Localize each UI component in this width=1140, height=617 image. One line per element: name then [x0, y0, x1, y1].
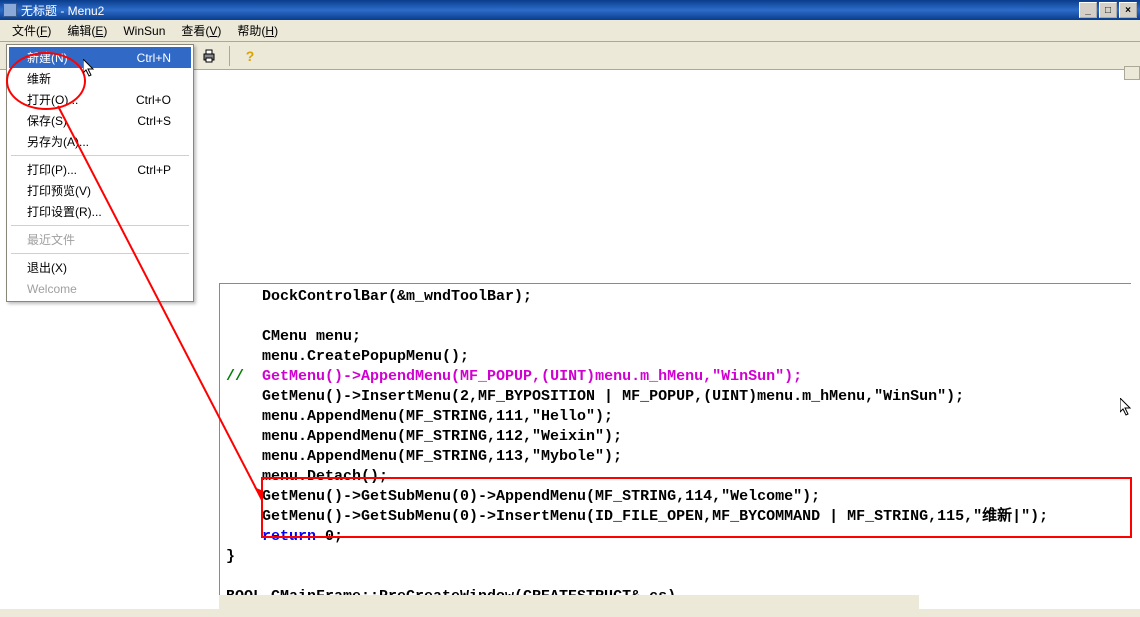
menu-printpreview[interactable]: 打印预览(V): [9, 180, 191, 201]
code-line: GetMenu()->GetSubMenu(0)->InsertMenu(ID_…: [226, 508, 1048, 525]
code-line: menu.AppendMenu(MF_STRING,112,"Weixin");: [226, 428, 622, 445]
menu-view[interactable]: 查看(V): [173, 20, 229, 41]
menu-weixin-label: 维新: [27, 70, 171, 87]
code-line: [226, 528, 262, 545]
code-line: menu.AppendMenu(MF_STRING,113,"Mybole");: [226, 448, 622, 465]
code-line: menu.CreatePopupMenu();: [226, 348, 469, 365]
svg-text:?: ?: [246, 48, 255, 64]
horizontal-scrollbar[interactable]: [219, 595, 919, 609]
app-icon: [3, 3, 17, 17]
code-line: GetMenu()->GetSubMenu(0)->AppendMenu(MF_…: [226, 488, 820, 505]
window-buttons: _ □ ×: [1079, 2, 1137, 18]
menu-printsetup-label: 打印设置(R)...: [27, 203, 171, 220]
menu-new-shortcut: Ctrl+N: [137, 51, 171, 65]
menu-welcome-label: Welcome: [27, 282, 171, 296]
menu-save[interactable]: 保存(S) Ctrl+S: [9, 110, 191, 131]
menu-exit-label: 退出(X): [27, 259, 171, 276]
maximize-button[interactable]: □: [1099, 2, 1117, 18]
menu-bar: 文件(F) 编辑(E) WinSun 查看(V) 帮助(H): [0, 20, 1140, 42]
code-line: GetMenu()->InsertMenu(2,MF_BYPOSITION | …: [226, 388, 964, 405]
code-comment: //: [226, 368, 262, 385]
window-title: 无标题 - Menu2: [21, 2, 1079, 19]
code-line: menu.AppendMenu(MF_STRING,111,"Hello");: [226, 408, 613, 425]
menu-print-shortcut: Ctrl+P: [137, 163, 171, 177]
minimize-button[interactable]: _: [1079, 2, 1097, 18]
status-bar: [0, 609, 1140, 617]
code-comment: GetMenu()->AppendMenu(MF_POPUP,(UINT)men…: [262, 368, 802, 385]
menu-recent-label: 最近文件: [27, 231, 171, 248]
menu-new-label: 新建(N): [27, 49, 137, 66]
menu-print[interactable]: 打印(P)... Ctrl+P: [9, 159, 191, 180]
menu-open[interactable]: 打开(O)... Ctrl+O: [9, 89, 191, 110]
code-editor[interactable]: DockControlBar(&m_wndToolBar); CMenu men…: [219, 283, 1131, 599]
menu-recent: 最近文件: [9, 229, 191, 250]
menu-separator: [11, 155, 189, 156]
menu-separator: [11, 225, 189, 226]
menu-open-label: 打开(O)...: [27, 91, 136, 108]
code-line: }: [226, 548, 235, 565]
menu-winsun[interactable]: WinSun: [115, 22, 173, 40]
code-line: DockControlBar(&m_wndToolBar);: [226, 288, 532, 305]
print-button[interactable]: [198, 45, 220, 67]
code-line: 0;: [316, 528, 343, 545]
menu-saveas[interactable]: 另存为(A)...: [9, 131, 191, 152]
menu-help[interactable]: 帮助(H): [229, 20, 286, 41]
menu-print-label: 打印(P)...: [27, 161, 137, 178]
menu-printsetup[interactable]: 打印设置(R)...: [9, 201, 191, 222]
menu-edit[interactable]: 编辑(E): [59, 20, 115, 41]
help-button[interactable]: ?: [239, 45, 261, 67]
toolbar-separator: [229, 46, 230, 66]
menu-separator: [11, 253, 189, 254]
menu-new[interactable]: 新建(N) Ctrl+N: [9, 47, 191, 68]
menu-weixin[interactable]: 维新: [9, 68, 191, 89]
scroll-up-button[interactable]: [1124, 66, 1140, 80]
menu-welcome: Welcome: [9, 278, 191, 299]
title-bar: 无标题 - Menu2 _ □ ×: [0, 0, 1140, 20]
code-keyword: return: [262, 528, 316, 545]
menu-exit[interactable]: 退出(X): [9, 257, 191, 278]
file-menu-dropdown: 新建(N) Ctrl+N 维新 打开(O)... Ctrl+O 保存(S) Ct…: [6, 44, 194, 302]
menu-printpreview-label: 打印预览(V): [27, 182, 171, 199]
menu-file[interactable]: 文件(F): [4, 20, 59, 41]
code-line: menu.Detach();: [226, 468, 388, 485]
menu-save-shortcut: Ctrl+S: [137, 114, 171, 128]
menu-saveas-label: 另存为(A)...: [27, 133, 171, 150]
menu-open-shortcut: Ctrl+O: [136, 93, 171, 107]
help-icon: ?: [242, 48, 258, 64]
print-icon: [201, 48, 217, 64]
code-line: CMenu menu;: [226, 328, 361, 345]
menu-save-label: 保存(S): [27, 112, 137, 129]
close-button[interactable]: ×: [1119, 2, 1137, 18]
